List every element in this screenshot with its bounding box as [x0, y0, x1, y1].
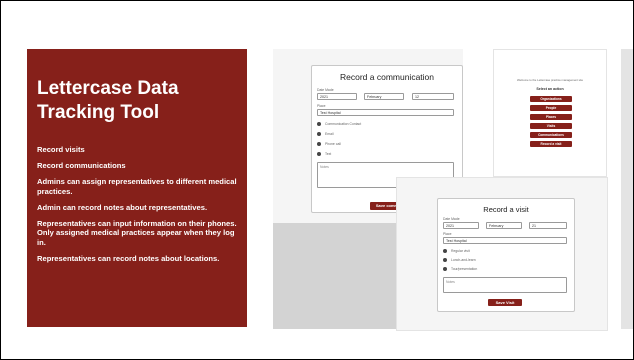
record-visit-button[interactable]: Record a visit: [530, 141, 572, 147]
place-label: Place: [443, 232, 452, 236]
option-label: Text: [325, 152, 332, 156]
visit-form: Record a visit Date Made 2021 February 2…: [437, 198, 575, 312]
option-label: Lunch-and-learn: [451, 258, 476, 262]
visit-form-title: Record a visit: [483, 205, 529, 214]
radio-button[interactable]: [317, 132, 321, 136]
places-button[interactable]: Places: [530, 114, 572, 120]
organizations-button[interactable]: Organizations: [530, 96, 572, 102]
day-select[interactable]: 12: [412, 93, 454, 100]
communication-form-title: Record a communication: [339, 72, 434, 82]
bullet-list: Record visits Record communications Admi…: [37, 145, 242, 270]
notes-textarea[interactable]: Notes: [443, 277, 567, 293]
radio-button[interactable]: [443, 249, 447, 253]
bullet-item: Representatives can record notes about l…: [37, 253, 220, 263]
month-select[interactable]: February: [486, 222, 522, 229]
option-label: Email: [325, 132, 334, 136]
menu-screenshot: Welcome to the Lettercase practice manag…: [493, 49, 607, 177]
year-select[interactable]: 2021: [443, 222, 479, 229]
save-visit-button[interactable]: Save Visit: [488, 299, 522, 306]
option-label: Regular visit: [451, 249, 470, 253]
date-label: Date Made: [443, 217, 460, 221]
radio-button[interactable]: [443, 258, 447, 262]
month-select[interactable]: February: [364, 93, 404, 100]
radio-button[interactable]: [317, 142, 321, 146]
menu-intro-text: Welcome to the Lettercase practice manag…: [516, 78, 584, 82]
bullet-item: Admin can record notes about representat…: [37, 202, 208, 212]
title-panel: Lettercase Data Tracking Tool Record vis…: [27, 49, 247, 327]
slide-title: Lettercase Data Tracking Tool: [37, 78, 179, 123]
place-select[interactable]: Test Hospital: [443, 237, 567, 244]
visits-button[interactable]: Visits: [530, 123, 572, 129]
date-label: Date Made: [317, 88, 334, 92]
slide: Lettercase Data Tracking Tool Record vis…: [0, 0, 634, 360]
option-label: Tour/presentation: [451, 267, 478, 271]
bullet-item: Record communications: [37, 161, 126, 170]
menu-heading: Select an action: [536, 87, 564, 91]
year-select[interactable]: 2021: [317, 93, 357, 100]
people-button[interactable]: People: [530, 105, 572, 111]
bullet-item: Record visits: [37, 145, 85, 154]
place-select[interactable]: Test Hospital: [317, 109, 454, 116]
gray-strip: [621, 49, 633, 329]
day-select[interactable]: 21: [529, 222, 567, 229]
option-label: Phone call: [325, 142, 341, 146]
visit-screenshot: Record a visit Date Made 2021 February 2…: [396, 177, 608, 331]
radio-button[interactable]: [443, 267, 447, 271]
place-label: Place: [317, 104, 326, 108]
bullet-item: Admins can assign representatives to dif…: [37, 177, 237, 196]
communications-button[interactable]: Communications: [530, 132, 572, 138]
bullet-item: Representatives can input information on…: [37, 218, 237, 247]
radio-button[interactable]: [317, 122, 321, 126]
radio-button[interactable]: [317, 152, 321, 156]
option-label: Communication Contact: [325, 122, 362, 126]
